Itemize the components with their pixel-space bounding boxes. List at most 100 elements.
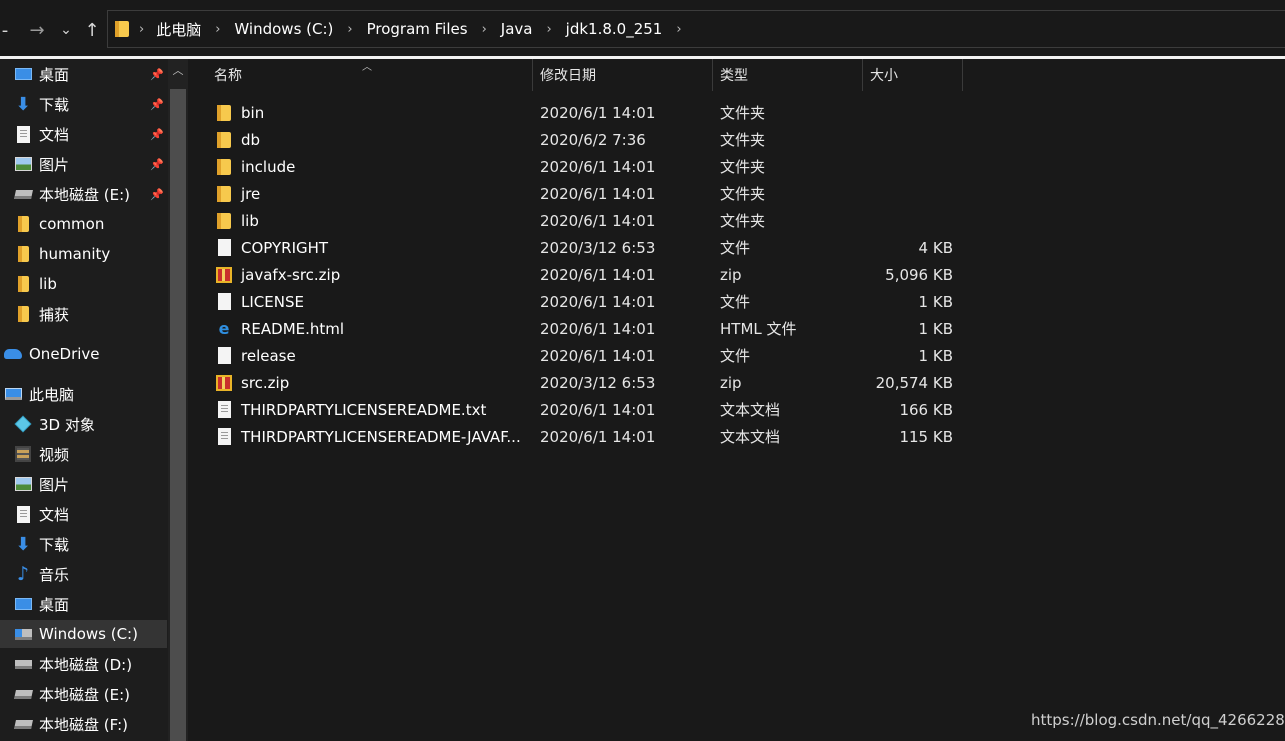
breadcrumb-java[interactable]: Java [501, 20, 533, 38]
file-name: javafx-src.zip [241, 265, 341, 284]
picture-icon [14, 475, 32, 493]
sidebar-item-humanity[interactable]: humanity [14, 240, 164, 268]
sidebar-item-downloads[interactable]: ⬇ 下载 [14, 90, 164, 118]
desktop-icon [14, 65, 32, 83]
file-row[interactable]: e README.html 2020/6/1 14:01 HTML 文件 1 KB [214, 315, 954, 342]
3d-objects-icon [14, 415, 32, 433]
file-row[interactable]: COPYRIGHT 2020/3/12 6:53 文件 4 KB [214, 234, 954, 261]
chevron-right-icon[interactable]: › [139, 22, 144, 37]
breadcrumb-program-files[interactable]: Program Files [367, 20, 468, 38]
download-icon: ⬇ [15, 93, 31, 115]
file-row[interactable]: javafx-src.zip 2020/6/1 14:01 zip 5,096 KB [214, 261, 954, 288]
chevron-right-icon[interactable]: › [482, 22, 487, 37]
column-header-label: 修改日期 [540, 68, 596, 84]
folder-icon [214, 153, 234, 180]
pin-icon[interactable]: 📌 [150, 157, 164, 171]
column-header-modified[interactable]: 修改日期 [532, 59, 712, 91]
sidebar-item-videos[interactable]: 视频 [14, 440, 164, 468]
zip-icon [214, 369, 234, 396]
up-button[interactable]: ↑ [80, 16, 104, 44]
file-row[interactable]: src.zip 2020/3/12 6:53 zip 20,574 KB [214, 369, 954, 396]
chevron-right-icon[interactable]: › [546, 22, 551, 37]
column-header-size[interactable]: 大小 [862, 59, 962, 91]
text-file-icon [214, 423, 234, 450]
sidebar-item-label: 本地磁盘 (F:) [39, 715, 128, 734]
sidebar-item-pictures-pc[interactable]: 图片 [14, 470, 164, 498]
pin-icon[interactable]: 📌 [150, 67, 164, 81]
drive-icon [13, 685, 33, 703]
sidebar-item-windows-c[interactable]: Windows (C:) [0, 620, 167, 648]
column-divider[interactable] [962, 59, 963, 91]
sidebar-item-drive-e[interactable]: 本地磁盘 (E:) [13, 180, 164, 208]
sidebar-item-label: 此电脑 [29, 385, 75, 404]
sidebar-item-drive-e-pc[interactable]: 本地磁盘 (E:) [13, 680, 164, 708]
file-row[interactable]: LICENSE 2020/6/1 14:01 文件 1 KB [214, 288, 954, 315]
sidebar-item-common[interactable]: common [14, 210, 164, 238]
sidebar-item-downloads-pc[interactable]: ⬇ 下载 [14, 530, 164, 558]
recent-locations-button[interactable]: ⌄ [56, 16, 76, 44]
folder-icon [14, 245, 32, 263]
sidebar-item-drive-f[interactable]: 本地磁盘 (F:) [13, 710, 164, 738]
pin-icon[interactable]: 📌 [150, 97, 164, 111]
file-row[interactable]: THIRDPARTYLICENSEREADME-JAVAF... 2020/6/1… [214, 423, 954, 450]
chevron-right-icon[interactable]: › [215, 22, 220, 37]
breadcrumb-this-pc[interactable]: 此电脑 [156, 19, 201, 40]
desktop-icon [14, 595, 32, 613]
sidebar-item-onedrive[interactable]: OneDrive [4, 340, 164, 368]
sidebar-item-this-pc[interactable]: 此电脑 [4, 380, 164, 408]
file-size: 1 KB [918, 319, 953, 338]
folder-icon [14, 305, 32, 323]
download-icon: ⬇ [15, 533, 31, 555]
sidebar-item-capture[interactable]: 捕获 [14, 300, 164, 328]
file-row[interactable]: jre 2020/6/1 14:01 文件夹 [214, 180, 954, 207]
back-button[interactable]: - [0, 16, 10, 44]
sidebar-item-label: 音乐 [39, 565, 70, 584]
file-size: 20,574 KB [875, 373, 953, 392]
back-icon: - [1, 19, 9, 41]
sidebar-item-label: 下载 [39, 535, 70, 554]
file-type: 文件夹 [720, 131, 766, 149]
sidebar-item-documents[interactable]: 文档 [14, 120, 164, 148]
file-name: README.html [241, 319, 345, 338]
chevron-right-icon[interactable]: › [347, 22, 352, 37]
drive-icon [14, 655, 32, 673]
column-header-type[interactable]: 类型 [712, 59, 862, 91]
sidebar-item-documents-pc[interactable]: 文档 [14, 500, 164, 528]
sidebar-item-lib[interactable]: lib [14, 270, 164, 298]
zip-icon [214, 261, 234, 288]
file-size: 4 KB [918, 238, 953, 257]
breadcrumb-windows-c[interactable]: Windows (C:) [234, 20, 333, 38]
file-size [870, 207, 953, 234]
pin-icon[interactable]: 📌 [150, 127, 164, 141]
file-row[interactable]: bin 2020/6/1 14:01 文件夹 [214, 99, 954, 126]
breadcrumb-jdk[interactable]: jdk1.8.0_251 [566, 20, 663, 38]
sidebar-item-3d-objects[interactable]: 3D 对象 [14, 410, 164, 438]
sidebar-item-desktop-pc[interactable]: 桌面 [14, 590, 164, 618]
file-size [870, 126, 953, 153]
file-modified-date: 2020/3/12 6:53 [540, 238, 656, 257]
file-row[interactable]: db 2020/6/2 7:36 文件夹 [214, 126, 954, 153]
picture-icon [14, 155, 32, 173]
file-name: lib [241, 211, 259, 230]
folder-icon [14, 215, 32, 233]
sidebar-item-drive-d[interactable]: 本地磁盘 (D:) [14, 650, 164, 678]
file-icon [214, 288, 234, 315]
file-row[interactable]: include 2020/6/1 14:01 文件夹 [214, 153, 954, 180]
sidebar-item-label: humanity [39, 245, 111, 263]
scroll-up-icon[interactable]: ︿ [169, 61, 187, 79]
file-row[interactable]: release 2020/6/1 14:01 文件 1 KB [214, 342, 954, 369]
pin-icon[interactable]: 📌 [150, 187, 164, 201]
sidebar-scrollbar-thumb[interactable] [170, 89, 186, 741]
chevron-right-icon[interactable]: › [676, 22, 681, 37]
file-row[interactable]: lib 2020/6/1 14:01 文件夹 [214, 207, 954, 234]
sidebar-item-desktop[interactable]: 桌面 [14, 60, 164, 88]
forward-button[interactable]: → [24, 16, 50, 44]
address-bar[interactable]: › 此电脑 › Windows (C:) › Program Files › J… [107, 10, 1285, 48]
file-row[interactable]: THIRDPARTYLICENSEREADME.txt 2020/6/1 14:0… [214, 396, 954, 423]
file-type: zip [720, 373, 742, 392]
sidebar-item-label: 本地磁盘 (D:) [39, 655, 133, 674]
sort-ascending-icon: ︿ [362, 62, 372, 73]
forward-icon: → [29, 19, 45, 41]
sidebar-item-music[interactable]: ♪ 音乐 [14, 560, 164, 588]
sidebar-item-pictures[interactable]: 图片 [14, 150, 164, 178]
